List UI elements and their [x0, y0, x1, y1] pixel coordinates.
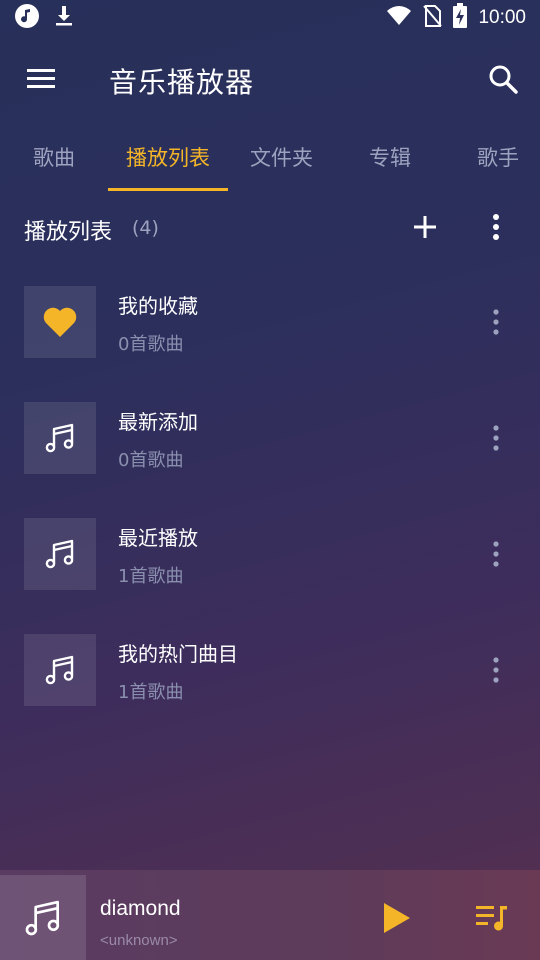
- now-playing-bar[interactable]: diamond <unknown>: [0, 870, 540, 960]
- section-more-button[interactable]: [484, 212, 508, 242]
- plus-icon: [414, 216, 436, 238]
- tab-albums[interactable]: 专辑: [369, 142, 411, 172]
- search-icon: [489, 65, 518, 94]
- more-vert-icon: [493, 541, 499, 567]
- playlist-thumbnail: [24, 402, 96, 474]
- playlist-count: (4): [132, 217, 159, 239]
- more-vert-icon: [493, 425, 499, 451]
- playlist-song-count: 0首歌曲: [118, 334, 184, 355]
- music-note-icon: [45, 655, 74, 685]
- no-sim-icon: [422, 4, 443, 32]
- section-header: 播放列表 (4): [0, 206, 540, 252]
- tab-folders[interactable]: 文件夹: [250, 142, 313, 172]
- more-vert-icon: [493, 309, 499, 335]
- playlist-more-button[interactable]: [484, 654, 508, 686]
- more-vert-icon: [493, 657, 499, 683]
- tab-songs[interactable]: 歌曲: [33, 142, 75, 172]
- playlist-thumbnail: [24, 286, 96, 358]
- more-vert-icon: [493, 214, 499, 240]
- download-icon: [54, 4, 74, 32]
- queue-music-icon: [476, 906, 507, 931]
- now-playing-title: diamond: [100, 897, 181, 920]
- play-icon: [384, 903, 410, 933]
- heart-icon: [43, 307, 77, 337]
- tab-active-indicator: [108, 188, 228, 191]
- status-right: 10:00: [386, 3, 526, 33]
- wifi-icon: [386, 5, 412, 31]
- app-title: 音乐播放器: [109, 66, 255, 99]
- search-button[interactable]: [486, 62, 520, 96]
- music-note-icon: [45, 539, 74, 569]
- menu-icon: [27, 69, 55, 88]
- playlist-song-count: 1首歌曲: [118, 566, 184, 587]
- now-playing-artist: <unknown>: [100, 932, 178, 949]
- playlist-thumbnail: [24, 634, 96, 706]
- playlist-song-count: 1首歌曲: [118, 682, 184, 703]
- playlist-title: 我的热门曲目: [118, 642, 238, 666]
- playlist-title: 最近播放: [118, 526, 198, 550]
- section-title: 播放列表: [24, 220, 113, 245]
- music-notification-icon: [14, 3, 40, 33]
- status-bar: 10:00: [0, 0, 540, 36]
- status-left: [14, 3, 74, 33]
- playlist-more-button[interactable]: [484, 422, 508, 454]
- list-item[interactable]: 我的收藏 0首歌曲: [0, 270, 540, 386]
- tab-bar: 歌曲 播放列表 文件夹 专辑 歌手: [0, 132, 540, 192]
- list-item[interactable]: 我的热门曲目 1首歌曲: [0, 618, 540, 734]
- app-bar: 音乐播放器: [0, 44, 540, 114]
- list-item[interactable]: 最新添加 0首歌曲: [0, 386, 540, 502]
- tab-playlists[interactable]: 播放列表: [126, 142, 210, 172]
- playlist-song-count: 0首歌曲: [118, 450, 184, 471]
- play-button[interactable]: [378, 900, 414, 936]
- playlist-title: 最新添加: [118, 410, 198, 434]
- battery-charging-icon: [452, 3, 468, 33]
- add-playlist-button[interactable]: [410, 212, 440, 242]
- playlist-more-button[interactable]: [484, 538, 508, 570]
- status-time: 10:00: [478, 7, 526, 28]
- queue-button[interactable]: [474, 900, 510, 936]
- menu-button[interactable]: [26, 66, 56, 90]
- music-note-icon: [45, 423, 74, 453]
- playlist-list: 我的收藏 0首歌曲 最新添加 0首歌曲 最近播放 1首歌曲 我的热门曲目 1首歌…: [0, 270, 540, 734]
- tab-artists[interactable]: 歌手: [477, 142, 519, 172]
- music-note-icon: [25, 900, 60, 936]
- playlist-more-button[interactable]: [484, 306, 508, 338]
- list-item[interactable]: 最近播放 1首歌曲: [0, 502, 540, 618]
- now-playing-thumbnail: [0, 875, 86, 960]
- playlist-title: 我的收藏: [118, 294, 198, 318]
- playlist-thumbnail: [24, 518, 96, 590]
